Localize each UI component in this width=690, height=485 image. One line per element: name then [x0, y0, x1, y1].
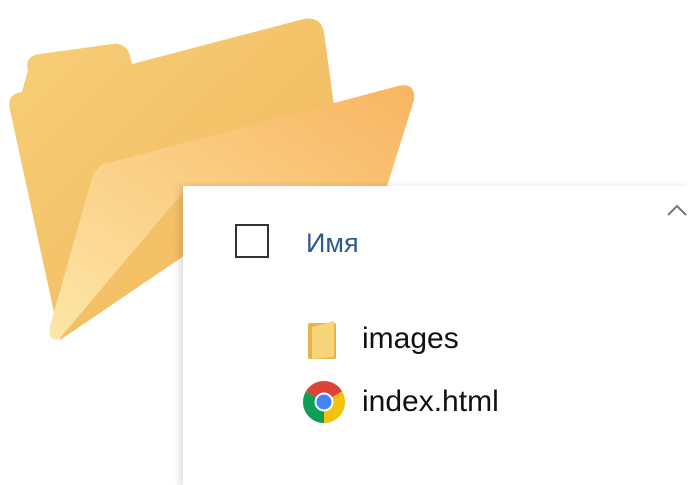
- chevron-up-icon[interactable]: [664, 198, 690, 224]
- chrome-icon: [302, 380, 346, 423]
- file-name: images: [362, 322, 459, 355]
- column-header-name[interactable]: Имя: [306, 226, 359, 260]
- column-header-row: Имя: [235, 224, 655, 264]
- file-row-images[interactable]: images: [300, 317, 600, 361]
- file-name: index.html: [362, 385, 499, 418]
- select-all-checkbox[interactable]: [235, 224, 269, 258]
- file-row-index-html[interactable]: index.html: [300, 380, 600, 424]
- folder-icon: [308, 321, 336, 359]
